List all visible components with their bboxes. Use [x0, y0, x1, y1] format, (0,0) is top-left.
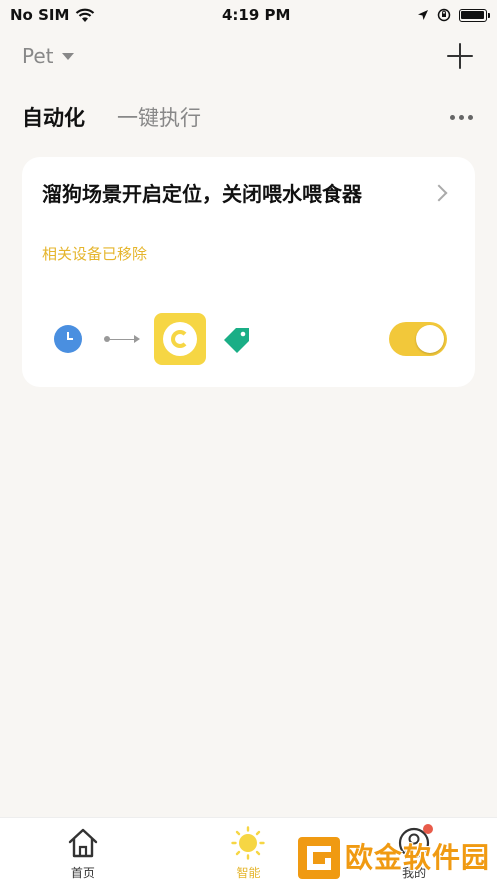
caret-down-icon	[61, 52, 74, 60]
nav-smart-label: 智能	[236, 866, 261, 880]
scene-flow	[54, 313, 252, 365]
wifi-icon	[76, 8, 95, 22]
arrow-right-icon	[104, 334, 140, 344]
scene-card[interactable]: 溜狗场景开启定位，关闭喂水喂食器 相关设备已移除	[22, 157, 475, 387]
device-icon	[154, 313, 206, 365]
carrier-label: No SIM	[10, 6, 70, 24]
tab-automation[interactable]: 自动化	[22, 102, 85, 132]
chevron-right-icon[interactable]	[430, 184, 448, 202]
toggle-knob	[416, 325, 444, 353]
header: Pet	[0, 38, 497, 74]
sun-icon	[231, 826, 266, 860]
nav-home-label: 首页	[70, 866, 95, 880]
notification-badge	[423, 824, 434, 834]
scene-status: 相关设备已移除	[42, 245, 148, 263]
status-bar: No SIM 4:19 PM	[0, 0, 497, 30]
watermark: 欧金软件园	[297, 835, 493, 881]
battery-icon	[458, 8, 490, 22]
home-selector[interactable]: Pet	[22, 44, 74, 68]
watermark-text: 欧金软件园	[345, 841, 491, 874]
home-icon	[68, 828, 98, 858]
tag-icon	[224, 328, 249, 353]
clock-icon	[54, 325, 82, 353]
add-button[interactable]	[447, 43, 473, 69]
watermark-logo-icon	[298, 837, 340, 879]
location-arrow-icon	[417, 10, 428, 20]
orientation-lock-icon	[437, 8, 451, 22]
scene-toggle[interactable]	[389, 322, 447, 356]
scene-title: 溜狗场景开启定位，关闭喂水喂食器	[42, 182, 362, 206]
nav-home[interactable]: 首页	[33, 826, 133, 881]
tab-bar: 自动化 一键执行	[0, 100, 497, 134]
tab-one-click[interactable]: 一键执行	[117, 102, 201, 132]
nav-smart[interactable]: 智能	[198, 826, 298, 881]
more-dots-icon	[450, 114, 455, 120]
more-button[interactable]	[450, 114, 473, 120]
status-time: 4:19 PM	[221, 6, 291, 24]
home-name: Pet	[22, 44, 54, 68]
